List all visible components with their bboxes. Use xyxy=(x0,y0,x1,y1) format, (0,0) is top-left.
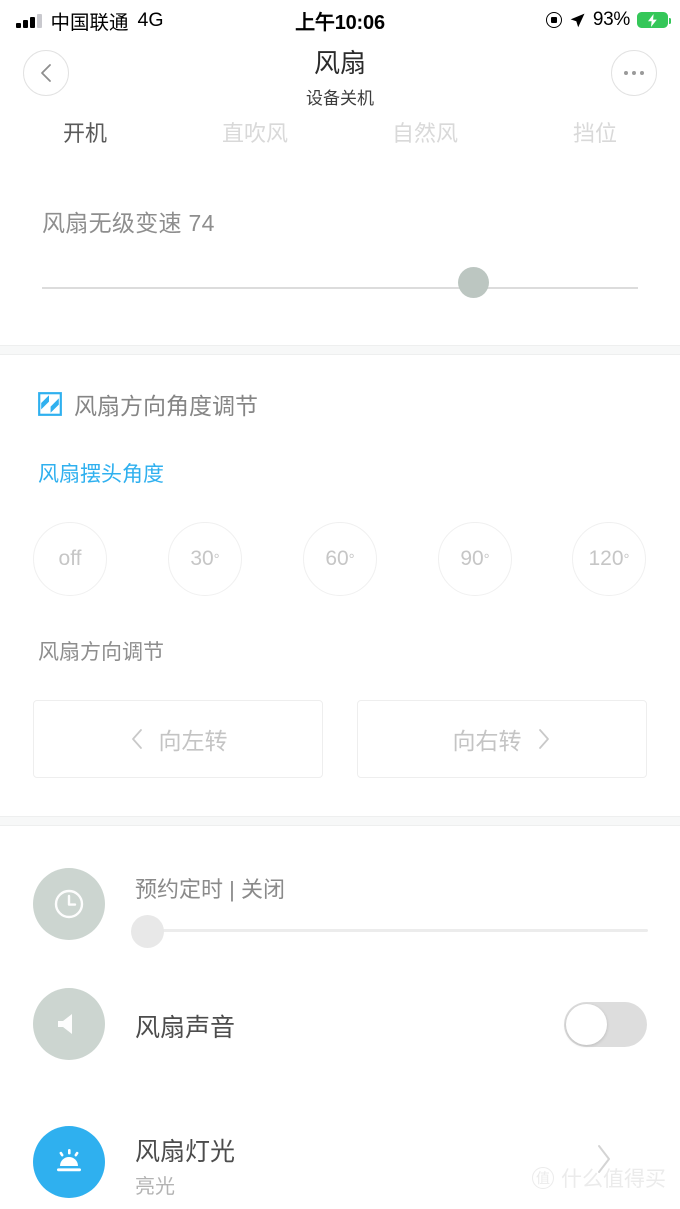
clock-icon xyxy=(33,868,105,940)
watermark: 值 什么值得买 xyxy=(532,1163,666,1193)
location-arrow-icon xyxy=(570,13,585,27)
rotation-lock-icon xyxy=(545,12,562,28)
angle-option-label: off xyxy=(58,547,82,570)
angle-option-90[interactable]: 90 ° xyxy=(438,522,512,596)
light-title: 风扇灯光 xyxy=(135,1138,236,1166)
angle-option-label: 90 xyxy=(460,547,484,570)
light-subtitle: 亮光 xyxy=(135,1176,175,1198)
degree-symbol: ° xyxy=(213,550,220,568)
status-bar-right: 93% xyxy=(545,0,671,40)
degree-symbol: ° xyxy=(348,550,355,568)
direction-adjust-label: 风扇方向调节 xyxy=(38,641,164,664)
timer-row: 预约定时 | 关闭 xyxy=(0,860,680,956)
timer-title: 预约定时 | 关闭 xyxy=(135,877,285,902)
page-title: 风扇 xyxy=(313,48,366,78)
turn-left-button[interactable]: 向左转 xyxy=(33,700,323,778)
phone-screen: 中国联通 4G 上午10:06 93% 风扇 设备关机 开机 直吹风 自然风 挡… xyxy=(0,0,680,1209)
chevron-left-icon xyxy=(131,729,142,749)
timer-slider-track[interactable] xyxy=(135,929,648,932)
angle-option-label: 30 xyxy=(190,547,214,570)
section-divider xyxy=(0,345,680,355)
section-divider xyxy=(0,816,680,826)
angle-option-off[interactable]: off xyxy=(33,522,107,596)
turn-right-label: 向右转 xyxy=(452,728,522,754)
turn-right-button[interactable]: 向右转 xyxy=(357,700,647,778)
swing-angle-link[interactable]: 风扇摆头角度 xyxy=(38,458,164,488)
timer-slider-thumb[interactable] xyxy=(131,915,164,948)
more-options-button[interactable] xyxy=(611,50,657,96)
direction-section-title: 风扇方向角度调节 xyxy=(74,393,258,419)
angle-option-label: 60 xyxy=(325,547,349,570)
angle-options-row: off 30 ° 60 ° 90 ° 120 ° xyxy=(0,522,680,604)
direction-section-header: 风扇方向角度调节 xyxy=(38,387,258,421)
fan-speed-slider-thumb[interactable] xyxy=(458,267,489,298)
more-dots-icon xyxy=(623,70,645,76)
sound-title: 风扇声音 xyxy=(135,1014,236,1042)
tab-gear-level[interactable]: 挡位 xyxy=(510,118,680,158)
turn-left-label: 向左转 xyxy=(158,728,228,754)
app-header: 风扇 设备关机 xyxy=(0,40,680,110)
tab-direct-wind[interactable]: 直吹风 xyxy=(170,118,340,158)
fan-speed-slider-track[interactable] xyxy=(42,287,638,289)
speaker-icon xyxy=(33,988,105,1060)
toggle-knob xyxy=(566,1004,607,1045)
device-status-label: 设备关机 xyxy=(306,89,374,108)
direction-buttons-row: 向左转 向右转 xyxy=(0,700,680,778)
degree-symbol: ° xyxy=(483,550,490,568)
degree-symbol: ° xyxy=(623,550,630,568)
sound-row[interactable]: 风扇声音 xyxy=(0,988,680,1060)
light-sunrise-icon xyxy=(33,1126,105,1198)
angle-option-60[interactable]: 60 ° xyxy=(303,522,377,596)
angle-option-120[interactable]: 120 ° xyxy=(572,522,646,596)
pattern-square-icon xyxy=(38,392,62,416)
mode-tabs: 开机 直吹风 自然风 挡位 xyxy=(0,118,680,158)
sound-toggle[interactable] xyxy=(564,1002,647,1047)
tab-natural-wind[interactable]: 自然风 xyxy=(340,118,510,158)
status-bar: 中国联通 4G 上午10:06 93% xyxy=(0,0,680,40)
fan-speed-section: 风扇无级变速 74 xyxy=(0,195,680,350)
battery-percent-label: 93% xyxy=(592,9,630,30)
watermark-logo: 值 xyxy=(532,1167,554,1189)
chevron-right-icon xyxy=(538,729,549,749)
tab-power-on[interactable]: 开机 xyxy=(0,118,170,158)
battery-charging-icon xyxy=(637,12,671,28)
watermark-text: 什么值得买 xyxy=(561,1168,666,1191)
angle-option-30[interactable]: 30 ° xyxy=(168,522,242,596)
fan-speed-label: 风扇无级变速 74 xyxy=(42,210,215,236)
angle-option-label: 120 xyxy=(588,547,624,570)
